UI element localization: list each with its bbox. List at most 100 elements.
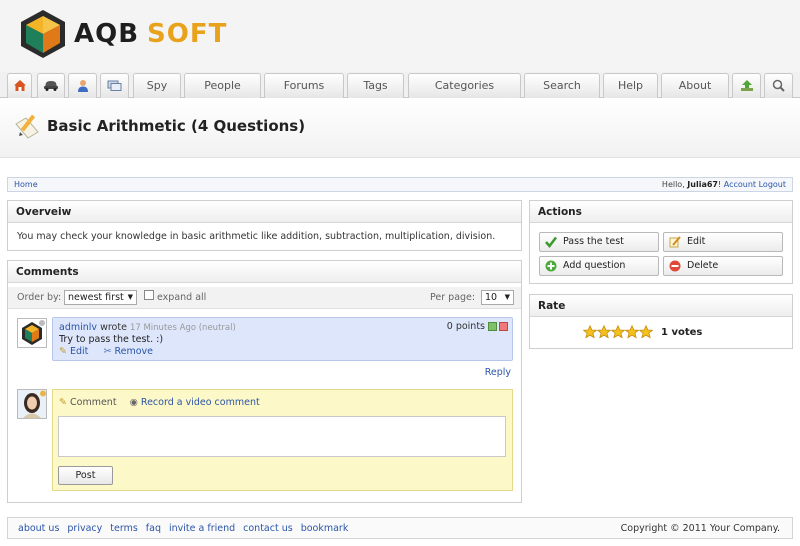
- pass-test-button[interactable]: Pass the test: [539, 232, 659, 252]
- cube-avatar-icon: [22, 320, 45, 345]
- order-by-label: Order by:: [17, 292, 62, 303]
- nav-home-tab[interactable]: [7, 73, 32, 98]
- comment-compose-box: ✎ Comment ◉ Record a video comment Post: [52, 389, 513, 491]
- per-page-value: 10: [485, 292, 498, 303]
- pencil-paper-icon: [15, 114, 39, 139]
- breadcrumb: Home Hello, Julia67! Account Logout: [7, 177, 793, 192]
- per-page-select[interactable]: 10 ▼: [481, 290, 514, 305]
- nav-tab-spy[interactable]: Spy: [133, 73, 181, 98]
- nav-upload-tab[interactable]: [732, 73, 761, 98]
- post-button[interactable]: Post: [58, 466, 113, 485]
- edit-icon: ✎: [59, 346, 67, 357]
- comment-verb: wrote: [100, 322, 127, 333]
- logo-wordmark: AQB SOFT: [74, 21, 227, 47]
- comments-panel: Comments Order by: newest first ▼ expand…: [7, 260, 522, 503]
- nav-car-tab[interactable]: [37, 73, 65, 98]
- footer-link[interactable]: invite a friend: [169, 523, 235, 534]
- comments-toolbar: Order by: newest first ▼ expand all Per …: [8, 287, 521, 309]
- vote-down-icon[interactable]: [499, 322, 508, 331]
- footer-link[interactable]: bookmark: [301, 523, 349, 534]
- nav-tab-about[interactable]: About: [661, 73, 729, 98]
- breadcrumb-home-link[interactable]: Home: [14, 180, 38, 189]
- pass-test-label: Pass the test: [563, 236, 624, 247]
- comment-author-link[interactable]: adminlv: [59, 322, 97, 333]
- nav-tab-forums[interactable]: Forums: [264, 73, 344, 98]
- actions-heading: Actions: [530, 201, 792, 223]
- username: Julia67: [687, 180, 718, 189]
- order-by-value: newest first: [68, 292, 124, 303]
- delete-button[interactable]: Delete: [663, 256, 783, 276]
- check-icon: [545, 236, 557, 248]
- main-nav: Spy People Forums Tags Categories Search…: [0, 72, 800, 98]
- upload-icon: [740, 80, 753, 91]
- comment-text: Try to pass the test. :): [59, 334, 164, 345]
- star-icon[interactable]: [639, 325, 653, 339]
- comment-textarea[interactable]: [58, 416, 506, 457]
- comment-icon: ✎: [59, 397, 67, 408]
- footer-links: about us privacy terms faq invite a friend co…: [18, 523, 356, 534]
- site-footer: about us privacy terms faq invite a friend co…: [7, 517, 793, 539]
- nav-tab-search[interactable]: Search: [524, 73, 600, 98]
- nav-tab-categories[interactable]: Categories: [408, 73, 521, 98]
- rating-stars[interactable]: [583, 325, 653, 339]
- star-icon[interactable]: [583, 325, 597, 339]
- avatar[interactable]: [17, 318, 47, 348]
- compose-comment-tab[interactable]: Comment: [70, 397, 117, 408]
- footer-link[interactable]: terms: [110, 523, 138, 534]
- user-photo-icon: [18, 390, 46, 418]
- logo-word-1: AQB: [74, 19, 140, 49]
- home-icon: [13, 80, 26, 91]
- points-value: 0 points: [446, 321, 485, 332]
- site-logo[interactable]: AQB SOFT: [18, 9, 227, 59]
- add-question-button[interactable]: Add question: [539, 256, 659, 276]
- rate-heading: Rate: [530, 295, 792, 317]
- reply-link[interactable]: Reply: [485, 367, 511, 378]
- footer-link[interactable]: privacy: [67, 523, 102, 534]
- actions-panel: Actions Pass the test Edit Add question …: [529, 200, 793, 284]
- footer-link[interactable]: contact us: [243, 523, 293, 534]
- chevron-down-icon: ▼: [127, 293, 133, 301]
- delete-icon: [669, 260, 681, 272]
- votes-count: 1 votes: [661, 327, 703, 338]
- comment-points: 0 points: [447, 321, 508, 332]
- footer-link[interactable]: about us: [18, 523, 59, 534]
- page-title: Basic Arithmetic (4 Questions): [47, 117, 306, 135]
- footer-link[interactable]: faq: [146, 523, 161, 534]
- rate-panel: Rate 1 votes: [529, 294, 793, 349]
- avatar[interactable]: [17, 389, 47, 419]
- cube-logo-icon: [21, 10, 65, 58]
- nav-tab-help[interactable]: Help: [603, 73, 658, 98]
- user-icon: [77, 80, 88, 92]
- overview-text: You may check your knowledge in basic ar…: [17, 231, 496, 242]
- delete-label: Delete: [687, 260, 719, 271]
- page-title-band: Basic Arithmetic (4 Questions): [0, 98, 800, 158]
- expand-all-checkbox[interactable]: [144, 290, 154, 300]
- per-page-label: Per page:: [430, 292, 476, 303]
- nav-search-tab[interactable]: [764, 73, 793, 98]
- comment-remove-link[interactable]: Remove: [114, 346, 153, 357]
- star-icon[interactable]: [597, 325, 611, 339]
- compose-tabs: ✎ Comment ◉ Record a video comment: [59, 397, 260, 408]
- nav-messages-tab[interactable]: [100, 73, 129, 98]
- overview-panel: Overveiw You may check your knowledge in…: [7, 200, 522, 251]
- overview-heading: Overveiw: [8, 201, 521, 223]
- account-link[interactable]: Account: [724, 180, 756, 189]
- vote-up-icon[interactable]: [488, 322, 497, 331]
- comments-heading: Comments: [8, 261, 521, 283]
- edit-button[interactable]: Edit: [663, 232, 783, 252]
- star-icon[interactable]: [611, 325, 625, 339]
- search-icon: [772, 79, 785, 92]
- nav-tab-people[interactable]: People: [184, 73, 261, 98]
- order-by-select[interactable]: newest first ▼: [64, 290, 137, 305]
- site-header: AQB SOFT: [0, 0, 800, 72]
- record-video-link[interactable]: Record a video comment: [141, 397, 260, 408]
- comment-edit-link[interactable]: Edit: [70, 346, 88, 357]
- nav-tab-tags[interactable]: Tags: [347, 73, 404, 98]
- chevron-down-icon: ▼: [504, 293, 510, 301]
- car-icon: [44, 81, 58, 91]
- nav-user-tab[interactable]: [68, 73, 97, 98]
- edit-label: Edit: [687, 236, 706, 247]
- logout-link[interactable]: Logout: [759, 180, 786, 189]
- greeting-text: Hello,: [661, 180, 685, 189]
- star-icon[interactable]: [625, 325, 639, 339]
